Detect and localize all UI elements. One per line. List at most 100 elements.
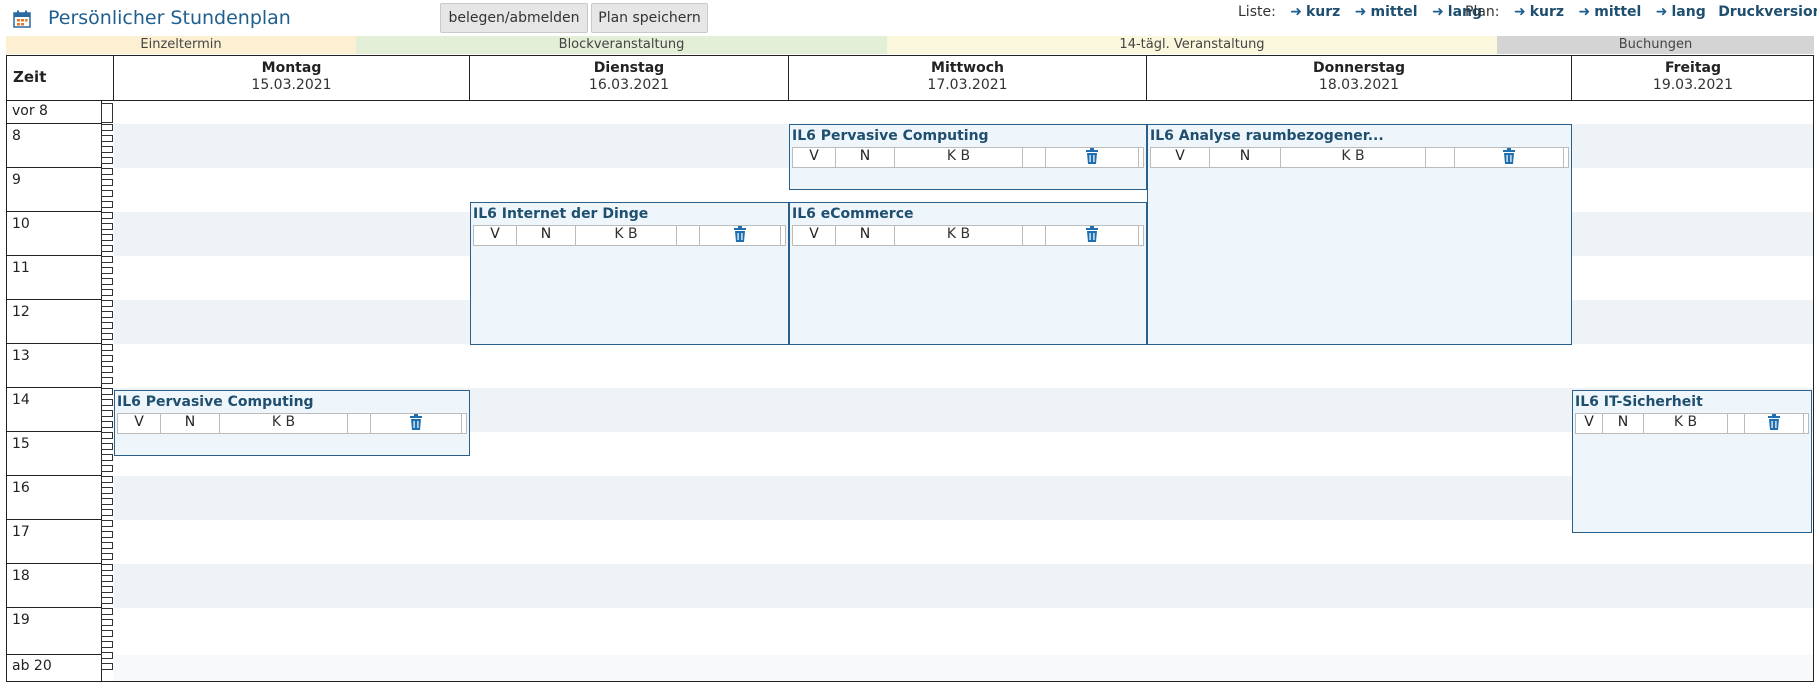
quarter-tick [101,399,113,406]
legend-buchungen: Buchungen [1497,36,1814,54]
event-n[interactable]: N [1210,148,1281,167]
event-title: IL6 Analyse raumbezogener... [1150,128,1384,144]
quarter-tick [101,366,113,373]
event-block[interactable]: IL6 Pervasive Computing V N K B [114,390,470,456]
quarter-tick [101,410,113,417]
event-spacer [1564,148,1568,167]
arrow-right-icon: ➜ [1578,4,1591,20]
event-spacer [348,414,371,433]
event-actions: V N K B [792,147,1144,168]
legend-14-taegl: 14-tägl. Veranstaltung [887,36,1497,54]
quarter-tick [101,652,113,659]
day-name: Mittwoch [931,60,1004,76]
quarter-tick [101,245,113,252]
quarter-tick [101,146,113,153]
hour-label: 11 [6,256,102,300]
event-v[interactable]: V [793,148,836,167]
belegen-abmelden-button[interactable]: belegen/abmelden [440,3,588,33]
quarter-tick [101,663,113,670]
quarter-tick [101,619,113,626]
hour-label: ab 20 [6,655,102,682]
hour-label: 18 [6,564,102,608]
quarter-tick [101,300,113,307]
quarter-tick [101,564,113,571]
zeit-label: Zeit [13,68,47,86]
legend-einzeltermin: Einzeltermin [6,36,356,54]
event-block[interactable]: IL6 Internet der Dinge V N K B [470,202,789,345]
event-v[interactable]: V [1151,148,1210,167]
day-date: 17.03.2021 [927,77,1008,93]
event-n[interactable]: N [836,226,895,245]
calendar-icon [12,9,32,29]
quarter-tick [101,586,113,593]
event-title: IL6 IT-Sicherheit [1575,394,1703,410]
event-actions: V N K B [1150,147,1569,168]
plan-lang-link[interactable]: lang [1672,4,1706,20]
plan-speichern-button[interactable]: Plan speichern [591,3,708,33]
quarter-tick [101,223,113,230]
quarter-tick [101,575,113,582]
hour-label: 19 [6,608,102,655]
day-header-freitag: Freitag 19.03.2021 [1572,55,1814,101]
quarter-tick [101,322,113,329]
hour-label: vor 8 [6,101,102,124]
event-spacer [677,226,700,245]
plan-label: Plan: [1465,4,1500,20]
event-kb: K B [895,226,1023,245]
quarter-tick [101,135,113,142]
day-date: 19.03.2021 [1652,77,1734,93]
quarter-tick [101,289,113,296]
event-n[interactable]: N [836,148,895,167]
event-v[interactable]: V [1576,414,1603,433]
event-v[interactable]: V [474,226,517,245]
liste-label: Liste: [1238,4,1276,20]
trash-icon[interactable] [1745,414,1804,433]
trash-icon[interactable] [371,414,462,433]
event-n[interactable]: N [517,226,576,245]
quarter-tick [101,201,113,208]
trash-icon[interactable] [1455,148,1564,167]
event-n[interactable]: N [161,414,220,433]
day-header-montag: Montag 15.03.2021 [114,55,470,101]
trash-icon[interactable] [1046,226,1139,245]
event-actions: V N K B [473,225,786,246]
liste-links: Liste: ➜ kurz ➜ mittel ➜ lang [1238,3,1482,21]
event-block[interactable]: IL6 eCommerce V N K B [789,202,1147,345]
event-v[interactable]: V [793,226,836,245]
quarter-tick [101,608,113,615]
day-name: Donnerstag [1312,60,1406,76]
arrow-right-icon: ➜ [1290,4,1302,20]
event-kb: K B [1281,148,1426,167]
hour-label: 14 [6,388,102,432]
hour-label: 16 [6,476,102,520]
druckversion-pdf-link[interactable]: Druckversion (PDF) [1718,4,1817,20]
event-spacer [1139,226,1143,245]
arrow-right-icon: ➜ [1354,4,1367,20]
plan-mittel-link[interactable]: mittel [1594,4,1641,20]
trash-icon[interactable] [700,226,781,245]
event-title: IL6 Pervasive Computing [117,394,314,410]
day-name: Freitag [1664,60,1722,76]
event-spacer [1426,148,1455,167]
liste-kurz-link[interactable]: kurz [1306,4,1340,20]
quarter-tick [101,234,113,241]
plan-kurz-link[interactable]: kurz [1530,4,1564,20]
quarter-tick [101,256,113,263]
event-block[interactable]: IL6 IT-Sicherheit V N K B [1572,390,1812,533]
plan-links: Plan: ➜kurz ➜mittel ➜lang Druckversion (… [1465,3,1817,21]
hour-label: 17 [6,520,102,564]
quarter-tick [101,531,113,538]
event-block[interactable]: IL6 Pervasive Computing V N K B [789,124,1147,190]
quarter-tick [101,190,113,197]
event-spacer [1728,414,1745,433]
quarter-hour-ticks [101,101,114,670]
event-n[interactable]: N [1603,414,1644,433]
event-block[interactable]: IL6 Analyse raumbezogener... V N K B [1147,124,1572,345]
hour-label: 9 [6,168,102,212]
trash-icon[interactable] [1046,148,1139,167]
quarter-tick [101,168,113,175]
quarter-tick [101,498,113,505]
liste-mittel-link[interactable]: mittel [1371,4,1418,20]
event-v[interactable]: V [118,414,161,433]
quarter-tick [101,454,113,461]
